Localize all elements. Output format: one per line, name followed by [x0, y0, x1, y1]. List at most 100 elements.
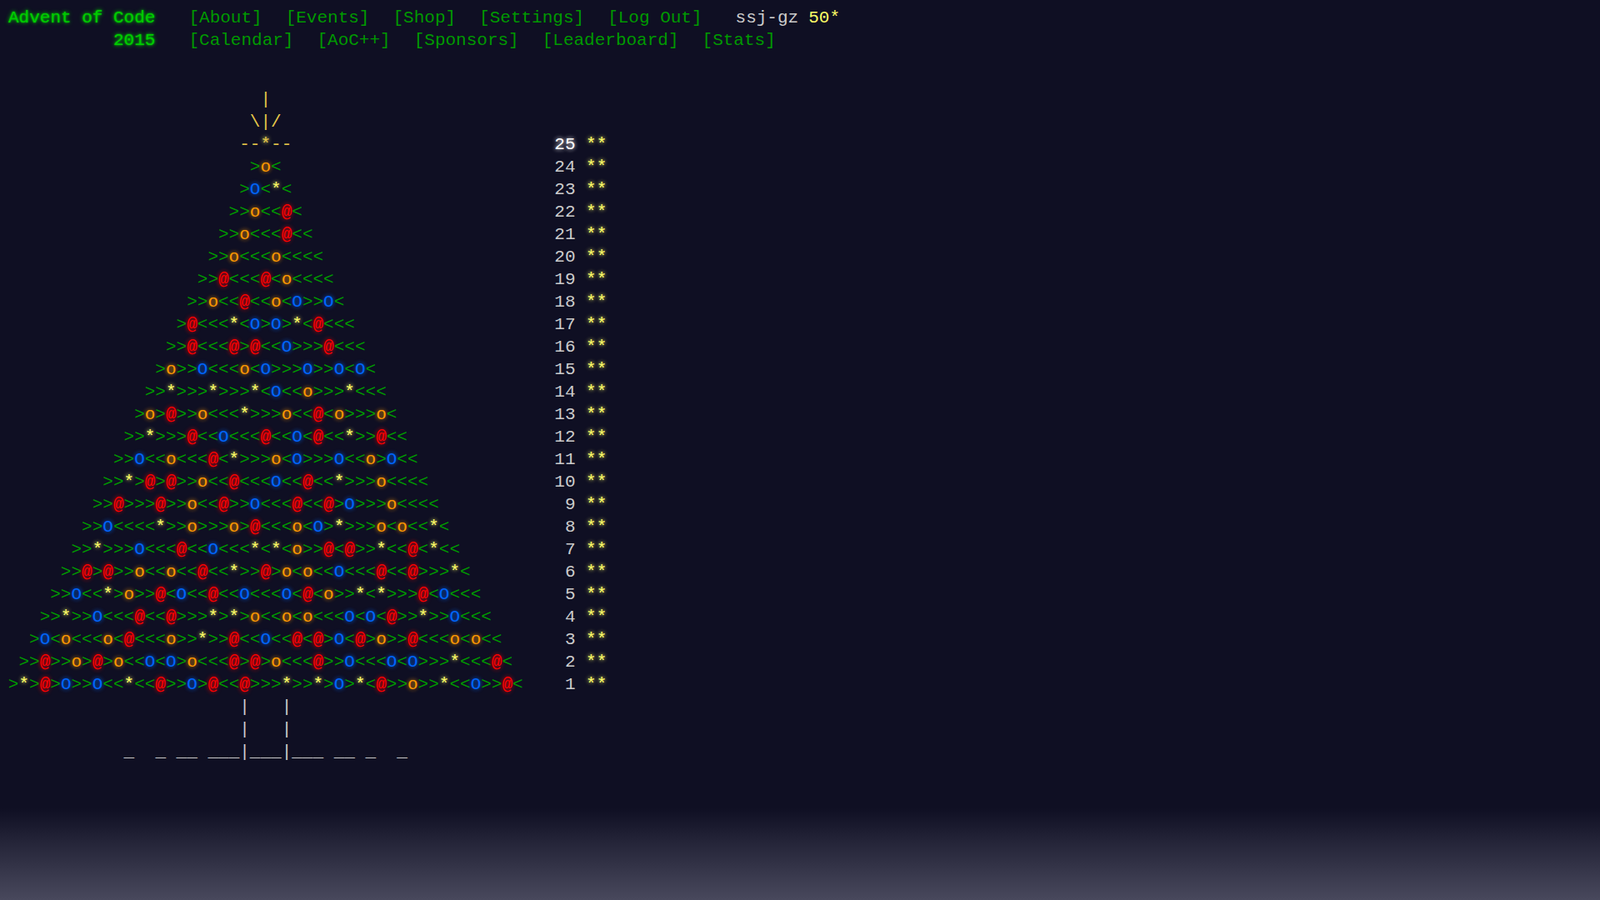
ornament: < — [281, 178, 293, 201]
calendar-day[interactable]: >>*>>>@<<O<<<@<<O<@<<*>>@<<12** — [8, 425, 1600, 449]
calendar-day[interactable]: >>@>@>>o<<o<<@<<*>>@>o<o<<O<<<@<<@>>>*<6… — [8, 560, 1600, 584]
day-number[interactable]: 22 — [554, 200, 575, 224]
nav-link[interactable]: [Settings] — [479, 6, 585, 30]
ornament: > — [102, 493, 114, 516]
calendar-day[interactable]: >*>@>O>>O<<*<<@>>O>@<<@>>>*>>*>O>*<@>>o>… — [8, 673, 1600, 696]
day-number[interactable]: 12 — [554, 425, 575, 449]
calendar-day[interactable]: >>@>>>@>>o<<@>>O<<<@<<@>O>>>o<<<<9** — [8, 493, 1600, 516]
day-number[interactable]: 21 — [554, 223, 575, 246]
ornament: * — [313, 673, 325, 696]
ornament: > — [134, 425, 145, 449]
day-number[interactable]: 15 — [554, 358, 575, 381]
ornament: > — [197, 268, 209, 291]
day-number[interactable]: 9 — [554, 493, 575, 516]
day-number[interactable]: 14 — [554, 380, 575, 404]
calendar-day[interactable]: >>O<<*>o>>@<O<<@<<O<<<O<@<o>>*<*>>>@<O<<… — [8, 583, 1600, 606]
ornament: > — [60, 650, 72, 674]
calendar-day[interactable]: >>o<<@<22** — [8, 200, 1600, 224]
calendar-day[interactable]: >>O<<o<<<@<*>>>o<O>>>O<<o>O<<11** — [8, 448, 1600, 471]
ornament: * — [270, 178, 282, 201]
day-number[interactable]: 23 — [554, 178, 575, 201]
nav-link[interactable]: [AoC++] — [316, 29, 390, 52]
day-number[interactable]: 8 — [554, 515, 575, 539]
ornament: O — [176, 583, 188, 606]
ornament: @ — [312, 313, 324, 336]
ornament: > — [365, 493, 377, 516]
ornament: @ — [312, 403, 324, 426]
day-number[interactable]: 7 — [554, 538, 575, 561]
tree-cell: >>*>>>*>>>*<O<<o>>>*<<< — [8, 380, 524, 404]
nav-link[interactable]: [Events] — [285, 6, 370, 30]
ornament: > — [207, 628, 219, 651]
day-number[interactable]: 2 — [554, 650, 575, 674]
ornament: O — [344, 493, 355, 516]
calendar-day[interactable]: >>*>>O<<<@<<@>>>*>*>o<<o<o<<<O<O<@>>*>>O… — [8, 605, 1600, 629]
calendar-day[interactable]: >>*>@>@>>o<<@<<<O<<@<<*>>>o<<<<10** — [8, 470, 1600, 494]
ornament: o — [281, 560, 293, 584]
calendar-day[interactable]: >>o<<<o<<<<20** — [8, 245, 1600, 269]
ornament: > — [113, 448, 125, 471]
ornament: @ — [207, 448, 219, 471]
nav-link[interactable]: [Shop] — [392, 6, 456, 30]
nav-link[interactable]: [Leaderboard] — [542, 29, 680, 52]
year[interactable]: 2015 — [8, 29, 155, 52]
ornament: < — [302, 650, 314, 674]
ornament: < — [81, 628, 93, 651]
calendar-day[interactable]: >>o<<@<<o<O>>O<18** — [8, 290, 1600, 314]
day-number[interactable]: 24 — [554, 155, 575, 179]
day-number[interactable]: 25 — [554, 133, 575, 156]
day-number[interactable]: 16 — [554, 335, 575, 359]
calendar-day[interactable]: >>@<<<@<o<<<<19** — [8, 268, 1600, 291]
ornament: > — [197, 290, 209, 314]
day-number[interactable]: 20 — [554, 245, 575, 269]
day-number[interactable]: 17 — [554, 313, 575, 336]
ornament: > — [102, 538, 114, 561]
calendar-day[interactable]: >>@>>o>@>o<<O<O>o<<<@>@>o<<<@>>O<<<O<O>>… — [8, 650, 1600, 674]
ornament: o — [375, 470, 387, 494]
nav-link[interactable]: [About] — [188, 6, 262, 30]
nav-link[interactable]: [Calendar] — [188, 29, 294, 52]
day-number[interactable]: 3 — [554, 628, 575, 651]
ornament: o — [375, 403, 387, 426]
day-number[interactable]: 4 — [554, 605, 575, 629]
calendar-day[interactable]: >O<o<<<o<@<<<o>>*>>@<<O<<@<@>O<@>o>>@<<<… — [8, 628, 1600, 651]
ornament: > — [70, 605, 82, 629]
calendar-day[interactable]: >>*>>>*>>>*<O<<o>>>*<<<14** — [8, 380, 1600, 404]
day-number[interactable]: 5 — [554, 583, 575, 606]
tree-cell: >>O<<o<<<@<*>>>o<O>>>O<<o>O<< — [8, 448, 524, 471]
nav-link[interactable]: [Stats] — [702, 29, 776, 52]
ornament: < — [375, 650, 387, 674]
calendar-day[interactable]: --*--25** — [8, 133, 1600, 156]
ornament: < — [218, 650, 230, 674]
day-number[interactable]: 1 — [554, 673, 575, 696]
ornament: < — [334, 425, 345, 449]
day-number[interactable]: 6 — [554, 560, 575, 584]
ornament: @ — [323, 335, 335, 359]
ornament: o — [165, 560, 177, 584]
calendar-day[interactable]: >o>@>>o<<<*>>>o<<@<o>>>o<13** — [8, 403, 1600, 426]
calendar-day[interactable]: >>O<<<<*>>o>>>o>@<<<o<O>*>>>o<o<<*<8** — [8, 515, 1600, 539]
site-title[interactable]: Advent of Code — [8, 6, 155, 30]
day-number[interactable]: 19 — [554, 268, 575, 291]
calendar-day[interactable]: >@<<<*<O>O>*<@<<<17** — [8, 313, 1600, 336]
calendar-day[interactable]: >o>>O<<<o<O>>>O>>O<O<15** — [8, 358, 1600, 381]
calendar-day[interactable]: >>@<<<@>@<<O>>>@<<<16** — [8, 335, 1600, 359]
calendar-day[interactable]: >>o<<<@<<21** — [8, 223, 1600, 246]
calendar-day[interactable]: >o<24** — [8, 155, 1600, 179]
day-number[interactable]: 18 — [554, 290, 575, 314]
calendar-day[interactable]: >O<*<23** — [8, 178, 1600, 201]
day-number[interactable]: 10 — [554, 470, 575, 494]
nav-link[interactable]: [Log Out] — [607, 6, 702, 30]
ornament: o — [270, 290, 282, 314]
day-stars: ** — [585, 515, 607, 539]
nav-link[interactable]: [Sponsors] — [414, 29, 520, 52]
ornament: @ — [92, 650, 104, 674]
ornament: > — [439, 650, 450, 674]
ornament: < — [480, 650, 492, 674]
ornament: O — [470, 673, 482, 696]
day-number[interactable]: 11 — [554, 448, 575, 471]
calendar-day[interactable]: >>*>>>O<<<@<<O<<<*<*<o>>@<@>>*<<@<*<<7** — [8, 538, 1600, 561]
ornament: O — [439, 583, 450, 606]
ornament: > — [239, 380, 250, 404]
day-number[interactable]: 13 — [554, 403, 575, 426]
